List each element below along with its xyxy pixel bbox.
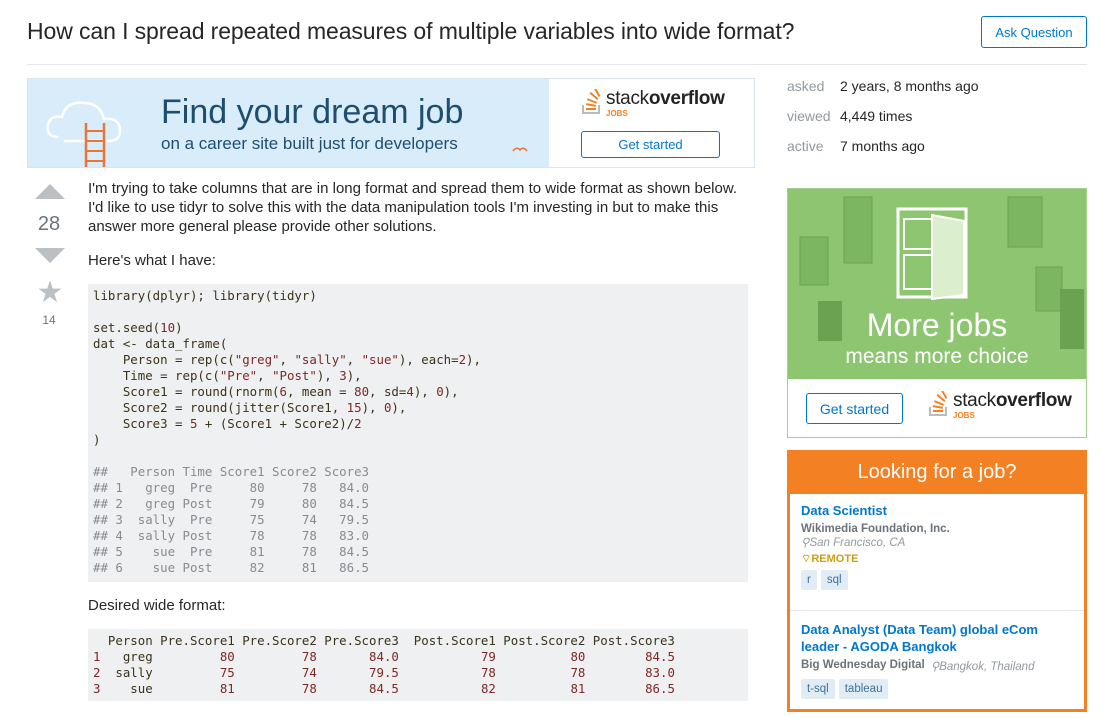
location-pin-icon: ⚲ bbox=[930, 661, 940, 673]
job-tag[interactable]: t-sql bbox=[801, 679, 835, 699]
active-label: active bbox=[787, 138, 824, 154]
job-tags: r sql bbox=[801, 570, 1071, 590]
job-tag[interactable]: sql bbox=[820, 570, 848, 590]
logo-word-stack: stack bbox=[606, 88, 649, 109]
jobs-widget: Looking for a job? Data Scientist Wikime… bbox=[787, 450, 1087, 712]
code-line: ## 1 greg Pre 80 78 84.0 bbox=[93, 480, 370, 495]
question-title[interactable]: How can I spread repeated measures of mu… bbox=[27, 18, 794, 45]
logo-jobs: JOBS bbox=[953, 411, 975, 420]
code-line: dat <- data_frame( bbox=[93, 336, 228, 351]
job-location-text: Bangkok, Thailand bbox=[939, 661, 1035, 673]
job-company: Big Wednesday Digital bbox=[801, 659, 925, 671]
code-block-input: library(dplyr); library(tidyr) set.seed(… bbox=[88, 284, 748, 582]
downvote-arrow-icon[interactable] bbox=[35, 248, 65, 263]
post-paragraph: Here's what I have: bbox=[88, 252, 216, 269]
job-company-row: Big Wednesday Digital ⚲Bangkok, Thailand bbox=[801, 659, 1071, 673]
code-line: Score2 = round(jitter(Score1, 15), 0), bbox=[93, 400, 407, 415]
jobs-widget-header: Looking for a job? bbox=[787, 450, 1087, 494]
upvote-arrow-icon[interactable] bbox=[35, 184, 65, 199]
side-ad-headline: More jobs bbox=[866, 307, 1008, 343]
job-divider bbox=[790, 610, 1084, 611]
viewed-value: 4,449 times bbox=[840, 108, 913, 124]
job-listing[interactable]: Data Analyst (Data Team) global eCom lea… bbox=[801, 621, 1071, 699]
cloud-ladder-icon bbox=[46, 101, 122, 167]
job-title-link[interactable]: Data Analyst (Data Team) global eCom lea… bbox=[801, 621, 1071, 655]
post-paragraph: I'm trying to take columns that are in l… bbox=[88, 180, 738, 235]
stackoverflow-icon bbox=[929, 391, 948, 416]
side-ad-subline: means more choice bbox=[845, 345, 1029, 368]
code-line: Person Pre.Score1 Pre.Score2 Pre.Score3 … bbox=[107, 633, 675, 648]
code-line: ## 4 sally Post 78 78 83.0 bbox=[93, 528, 370, 543]
side-ad[interactable]: More jobs means more choice Get started … bbox=[787, 188, 1087, 438]
job-location: ⚲Bangkok, Thailand bbox=[931, 659, 1035, 673]
job-location: ⚲San Francisco, CA bbox=[801, 535, 1071, 549]
asked-value[interactable]: 2 years, 8 months ago bbox=[840, 78, 979, 94]
job-company: Wikimedia Foundation, Inc. bbox=[801, 523, 950, 535]
job-remote-text: REMOTE bbox=[811, 553, 859, 565]
job-remote: ⌔REMOTE bbox=[801, 552, 1071, 566]
vote-count: 28 bbox=[37, 213, 61, 235]
code-line: ## Person Time Score1 Score2 Score3 bbox=[93, 464, 370, 479]
banner-get-started-button[interactable]: Get started bbox=[581, 131, 720, 158]
code-line: ## 6 sue Post 82 81 86.5 bbox=[93, 560, 370, 575]
code-line: Score3 = 5 + (Score1 + Score2)/2 bbox=[93, 416, 362, 431]
ask-question-button[interactable]: Ask Question bbox=[981, 16, 1087, 48]
side-ad-art: More jobs means more choice bbox=[788, 189, 1086, 379]
banner-ad[interactable]: Find your dream job on a career site bui… bbox=[27, 78, 755, 168]
code-line: 3 sue 81 78 84.5 82 81 86.5 bbox=[93, 681, 675, 696]
job-tags: t-sql tableau bbox=[801, 679, 1071, 699]
banner-ad-art: Find your dream job on a career site bui… bbox=[28, 79, 549, 167]
logo-word-stack: stack bbox=[953, 390, 996, 411]
stackoverflow-jobs-logo: stackoverflow JOBS bbox=[928, 391, 1072, 420]
code-line: 1 greg 80 78 84.0 79 80 84.5 bbox=[93, 649, 675, 664]
post-paragraph: Desired wide format: bbox=[88, 597, 226, 614]
code-block-output: Person Pre.Score1 Pre.Score2 Pre.Score3 … bbox=[88, 629, 748, 701]
favorite-count: 14 bbox=[42, 313, 56, 327]
job-tag[interactable]: r bbox=[801, 570, 817, 590]
banner-subline: on a career site built just for develope… bbox=[161, 134, 458, 153]
code-line: ) bbox=[93, 432, 101, 447]
side-ad-get-started-button[interactable]: Get started bbox=[806, 393, 903, 424]
asked-label: asked bbox=[787, 78, 825, 94]
bird-icon bbox=[512, 147, 528, 152]
code-line: ## 2 greg Post 79 80 84.5 bbox=[93, 496, 370, 511]
code-line: library(dplyr); library(tidyr) bbox=[93, 288, 317, 303]
logo-word-overflow: overflow bbox=[648, 88, 725, 109]
code-line: Time = rep(c("Pre", "Post"), 3), bbox=[93, 368, 362, 383]
code-line: Person = rep(c("greg", "sally", "sue"), … bbox=[93, 352, 481, 367]
job-location-text: San Francisco, CA bbox=[809, 537, 906, 549]
code-line: ## 5 sue Pre 81 78 84.5 bbox=[93, 544, 370, 559]
job-title-link[interactable]: Data Scientist bbox=[801, 502, 1071, 519]
logo-word-overflow: overflow bbox=[995, 390, 1072, 411]
title-divider bbox=[27, 64, 1087, 65]
code-line: Score1 = round(rnorm(6, mean = 80, sd=4)… bbox=[93, 384, 459, 399]
stackoverflow-jobs-logo: stackoverflow JOBS bbox=[581, 89, 725, 118]
code-line: 2 sally 75 74 79.5 78 78 83.0 bbox=[93, 665, 675, 680]
code-line: set.seed(10) bbox=[93, 320, 183, 335]
code-line: ## 3 sally Pre 75 74 79.5 bbox=[93, 512, 370, 527]
banner-headline: Find your dream job bbox=[161, 93, 464, 131]
active-value[interactable]: 7 months ago bbox=[840, 138, 925, 154]
stackoverflow-icon bbox=[582, 89, 601, 114]
wifi-icon: ⌔ bbox=[801, 553, 812, 565]
job-listing[interactable]: Data Scientist Wikimedia Foundation, Inc… bbox=[801, 502, 1071, 590]
viewed-label: viewed bbox=[787, 108, 831, 124]
favorite-star-icon[interactable]: ★ bbox=[35, 278, 65, 308]
job-tag[interactable]: tableau bbox=[838, 679, 889, 699]
logo-jobs: JOBS bbox=[606, 109, 628, 118]
